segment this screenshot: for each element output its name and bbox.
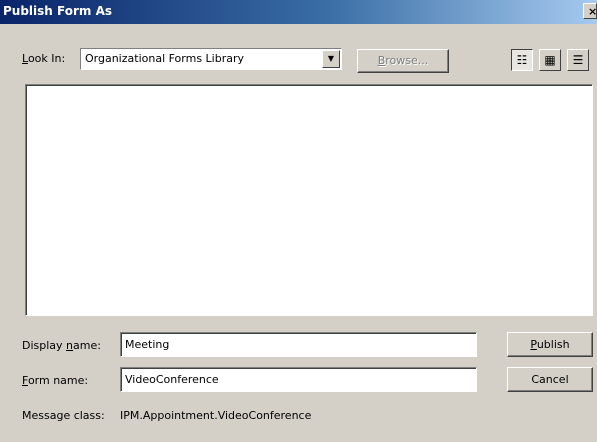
chevron-down-icon[interactable]: ▼ bbox=[322, 50, 340, 68]
publish-button[interactable]: Publish bbox=[507, 332, 593, 357]
browse-button[interactable]: Browse... bbox=[357, 49, 449, 73]
forms-list[interactable] bbox=[25, 84, 593, 316]
look-in-label: Look In: bbox=[22, 52, 66, 65]
cancel-button[interactable]: Cancel bbox=[507, 367, 593, 392]
details-view-icon[interactable]: ▦ bbox=[539, 49, 561, 71]
title-bar: Publish Form As × bbox=[0, 0, 597, 24]
form-name-value: VideoConference bbox=[125, 373, 219, 386]
list-view-icon[interactable]: ☷ bbox=[511, 49, 533, 71]
display-name-field[interactable]: Meeting bbox=[120, 332, 477, 357]
display-name-value: Meeting bbox=[125, 338, 170, 351]
message-class-value: IPM.Appointment.VideoConference bbox=[120, 409, 312, 422]
window-title: Publish Form As bbox=[3, 4, 113, 18]
properties-view-icon[interactable]: ☰ bbox=[567, 49, 589, 71]
form-name-field[interactable]: VideoConference bbox=[120, 367, 477, 392]
display-name-label: Display name: bbox=[22, 339, 101, 352]
form-name-label: Form name: bbox=[22, 374, 89, 387]
close-icon[interactable]: × bbox=[583, 3, 597, 19]
publish-form-as-dialog: Publish Form As × Look In: Organizationa… bbox=[0, 0, 597, 442]
look-in-dropdown[interactable]: Organizational Forms Library ▼ bbox=[80, 48, 342, 70]
message-class-label: Message class: bbox=[22, 409, 105, 422]
look-in-value: Organizational Forms Library bbox=[85, 52, 245, 65]
